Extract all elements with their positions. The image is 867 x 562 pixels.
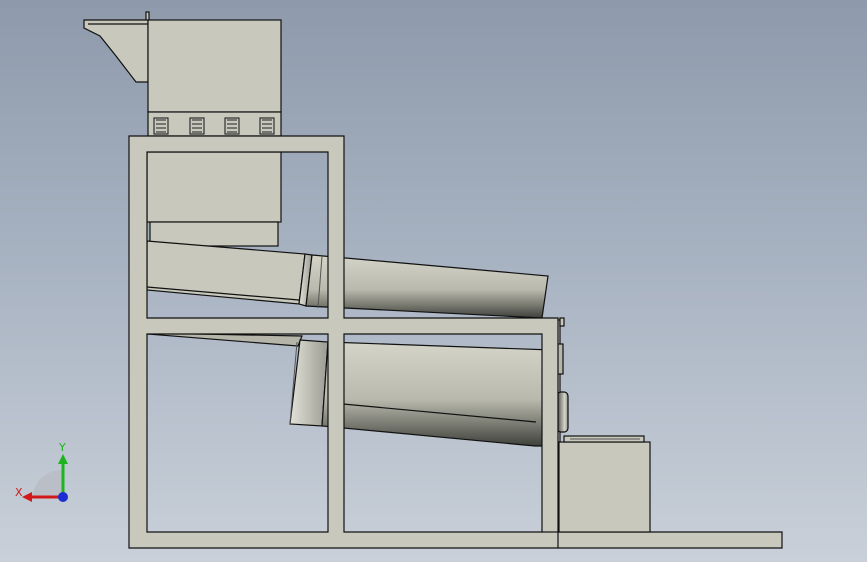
z-axis-dot [58,492,68,502]
lower-drum-shell [321,341,553,447]
base-box [558,435,651,533]
upper-drum [146,240,549,319]
x-axis-label: X [15,486,23,499]
cad-model-view[interactable] [0,0,867,562]
hopper-body [147,19,282,113]
graphics-viewport[interactable]: Y X [0,0,867,562]
hopper-chute [83,19,149,83]
feed-hopper [83,11,282,137]
motor-shaft [556,391,569,433]
lower-drum [146,332,553,447]
upper-bin [146,151,282,247]
y-axis-label: Y [59,441,66,454]
coordinate-triad: Y X [12,440,74,506]
upper-drum-housing [146,240,306,305]
